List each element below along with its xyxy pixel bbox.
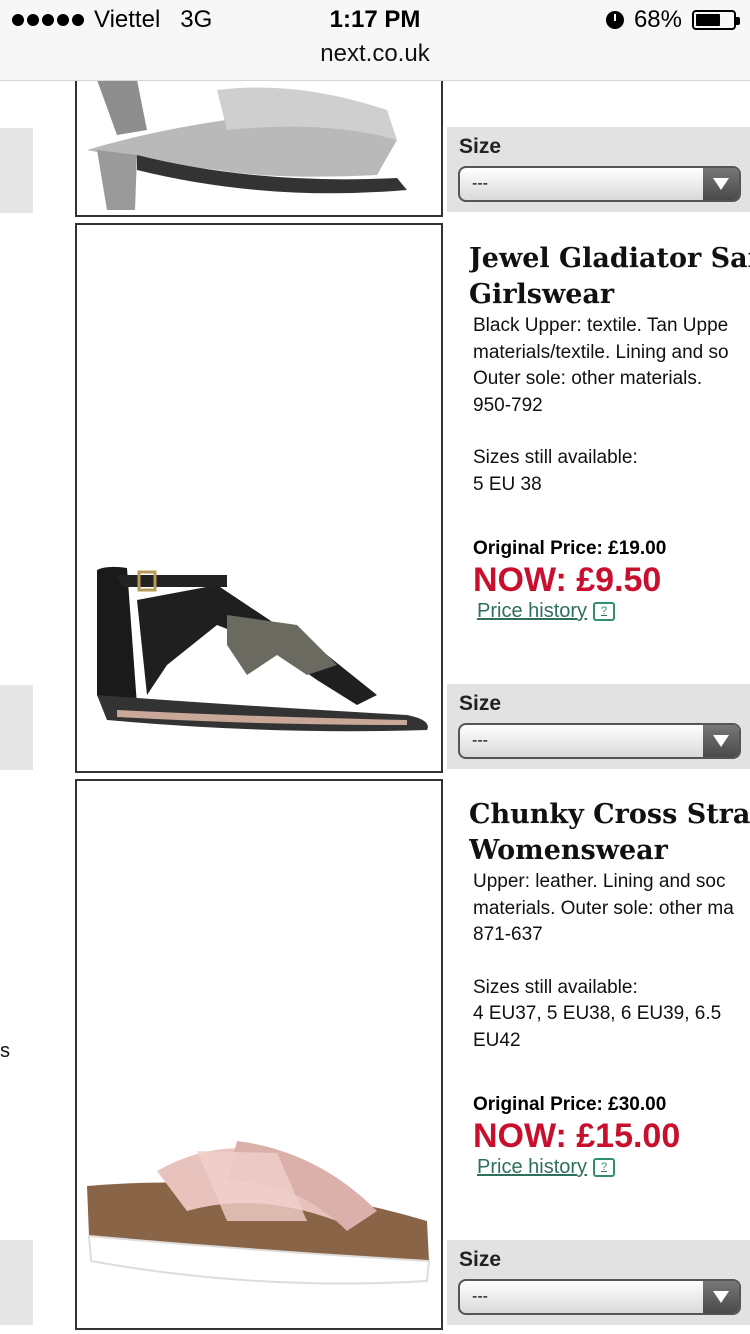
product-image-silver-sandal[interactable] — [75, 60, 443, 217]
chevron-down-icon — [703, 168, 739, 200]
gladiator-sandal-icon — [97, 566, 428, 732]
help-icon[interactable]: ? — [593, 602, 616, 621]
size-select[interactable]: --- — [458, 723, 741, 759]
side-tab[interactable] — [0, 1240, 33, 1325]
product-image-cross-strap[interactable] — [75, 779, 443, 1330]
sale-price: NOW: £15.00 — [473, 1117, 681, 1155]
product-description: Black Upper: textile. Tan Uppe materials… — [469, 313, 750, 498]
product-title[interactable]: Chunky Cross Strap Womenswear — [469, 797, 750, 869]
battery-icon — [692, 10, 740, 30]
sizes-available: 4 EU37, 5 EU38, 6 EU39, 6.5 — [473, 1003, 722, 1024]
help-icon[interactable]: ? — [593, 1158, 616, 1177]
original-price: Original Price: £19.00 — [473, 538, 667, 559]
size-select-value: --- — [472, 732, 488, 749]
description-line: Black Upper: textile. Tan Uppe — [473, 315, 729, 336]
product-title-line[interactable]: Girlswear — [469, 277, 750, 313]
size-label: Size — [459, 1248, 502, 1271]
product-code: 950-792 — [473, 394, 543, 416]
price-history-link[interactable]: Price history ? — [469, 1156, 750, 1179]
sizes-label: Sizes still available: — [473, 447, 638, 468]
product-description: Upper: leather. Lining and soc materials… — [469, 869, 750, 1054]
url-bar[interactable]: next.co.uk — [0, 40, 750, 68]
side-tab[interactable] — [0, 128, 33, 213]
description-line: materials. Outer sole: other ma — [473, 897, 734, 919]
edge-text: s — [0, 1040, 10, 1062]
size-select[interactable]: --- — [458, 1279, 741, 1315]
size-label: Size — [459, 135, 502, 158]
size-select[interactable]: --- — [458, 166, 741, 202]
product-info: Jewel Gladiator San Girlswear Black Uppe… — [469, 241, 750, 623]
description-line: Upper: leather. Lining and soc — [473, 871, 726, 892]
description-line: Outer sole: other materials. — [473, 368, 703, 389]
status-right: 68% — [605, 6, 740, 34]
product-code: 871-637 — [473, 924, 543, 945]
side-tab[interactable] — [0, 685, 33, 770]
cross-strap-sandal-icon — [87, 1141, 431, 1285]
original-price: Original Price: £30.00 — [473, 1094, 667, 1115]
price-history-label[interactable]: Price history — [477, 600, 587, 623]
description-line: materials/textile. Lining and so — [473, 341, 729, 363]
product-title-line[interactable]: Womenswear — [469, 833, 750, 869]
price-history-label[interactable]: Price history — [477, 1156, 587, 1179]
product-image-gladiator[interactable] — [75, 223, 443, 773]
size-select-value: --- — [472, 1288, 488, 1305]
size-bar: Size --- — [447, 127, 750, 212]
status-bar: Viettel 3G 1:17 PM 68% next.co.uk — [0, 0, 750, 81]
sizes-label: Sizes still available: — [473, 976, 638, 998]
sizes-available: EU42 — [473, 1029, 521, 1051]
size-label: Size — [459, 692, 502, 715]
size-bar: Size --- — [447, 1240, 750, 1325]
chevron-down-icon — [703, 1281, 739, 1313]
price-history-link[interactable]: Price history ? — [469, 600, 750, 623]
silver-sandal-icon — [87, 80, 407, 210]
sizes-available: 5 EU 38 — [473, 473, 542, 495]
product-info: Chunky Cross Strap Womenswear Upper: lea… — [469, 797, 750, 1179]
size-select-value: --- — [472, 175, 488, 192]
product-title-line[interactable]: Jewel Gladiator San — [469, 241, 750, 277]
size-bar: Size --- — [447, 684, 750, 769]
product-title[interactable]: Jewel Gladiator San Girlswear — [469, 241, 750, 313]
sale-price: NOW: £9.50 — [473, 561, 662, 599]
battery-percent: 68% — [633, 6, 682, 33]
product-title-line[interactable]: Chunky Cross Strap — [469, 797, 750, 833]
alarm-icon — [605, 11, 624, 29]
chevron-down-icon — [703, 725, 739, 757]
